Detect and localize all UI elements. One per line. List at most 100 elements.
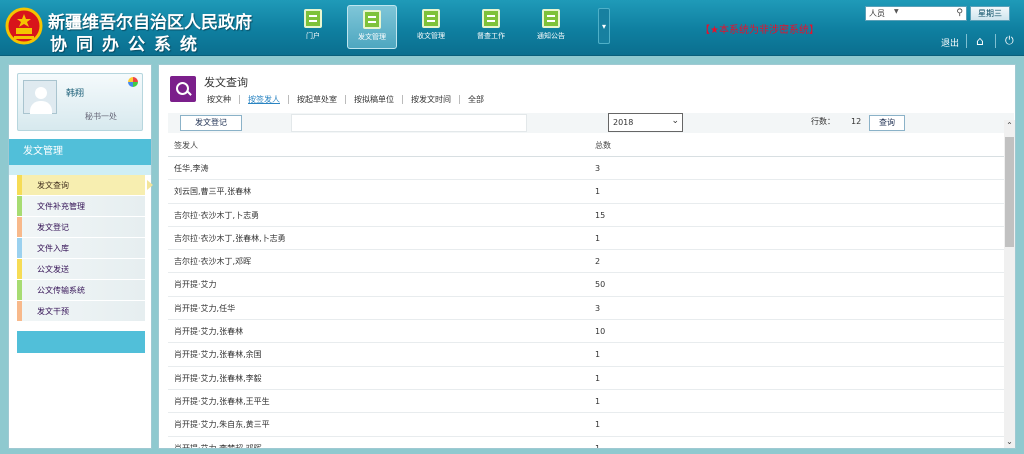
cell-total: 10 <box>595 327 606 337</box>
dispatch-icon <box>363 10 381 29</box>
table-row[interactable]: 吉尔拉·衣沙木丁,卜志勇 15 <box>168 203 1006 227</box>
sidebar-footer-bar <box>17 331 145 353</box>
scroll-up-icon[interactable]: ⌃ <box>1004 120 1015 132</box>
keyword-input[interactable] <box>291 114 527 132</box>
cell-total: 3 <box>595 303 601 313</box>
nav-notices[interactable]: 通知公告 <box>526 5 576 49</box>
scroll-down-icon[interactable]: ⌄ <box>1004 436 1015 448</box>
theme-icon[interactable] <box>128 77 138 87</box>
supervision-icon <box>482 9 500 28</box>
national-emblem-icon <box>5 7 43 45</box>
cell-signer: 吉尔拉·衣沙木丁,卜志勇 <box>174 210 260 220</box>
table-row[interactable]: 肖开提·艾力,任华 3 <box>168 296 1006 321</box>
magnifier-icon[interactable]: ⚲ <box>956 8 963 18</box>
table-row[interactable]: 肖开提·艾力 50 <box>168 273 1006 297</box>
table-row[interactable]: 肖开提·艾力,张春林,余国 1 <box>168 343 1006 367</box>
nav-dispatch-management[interactable]: 发文管理 <box>347 5 397 49</box>
sidebar-item-dispatch-query[interactable]: 发文查询 <box>17 175 153 196</box>
table-row[interactable]: 肖开提·艾力,张春林 10 <box>168 320 1006 344</box>
rows-input[interactable]: 12 <box>851 114 863 130</box>
sidebar-item-file-archive[interactable]: 文件入库 <box>17 238 145 259</box>
nav-supervision[interactable]: 督查工作 <box>466 5 516 49</box>
user-name: 韩翔 <box>66 89 85 99</box>
query-button[interactable]: 查询 <box>869 115 905 131</box>
nav-more-button[interactable]: ▾ <box>598 8 610 44</box>
search-scope-select[interactable]: 人员 <box>869 8 885 19</box>
tab-divider <box>459 95 460 104</box>
year-value: 2018 <box>613 118 634 127</box>
notice-icon <box>542 9 560 28</box>
tab-by-dispatch-time[interactable]: 按发文时间 <box>408 94 454 105</box>
table-row[interactable]: 肖开提·艾力,李梦超,邓晖 1 <box>168 436 1006 449</box>
cell-total: 1 <box>595 443 601 449</box>
year-select[interactable]: 2018 ⌄ <box>608 113 683 132</box>
user-department: 秘书一处 <box>85 112 117 121</box>
cell-signer: 肖开提·艾力,张春林 <box>174 327 244 337</box>
sidebar-item-dispatch-intervention[interactable]: 发文干预 <box>17 301 145 322</box>
table-row[interactable]: 肖开提·艾力,朱自东,黄三平 1 <box>168 413 1006 437</box>
sidebar-menu: 发文查询 文件补充管理 发文登记 文件入库 公文发送 公文传输系统 发文干预 <box>17 175 153 322</box>
cell-total: 1 <box>595 350 601 360</box>
cell-total: 1 <box>595 396 601 406</box>
table-row[interactable]: 肖开提·艾力,张春林,王平生 1 <box>168 389 1006 414</box>
search-icon <box>170 76 196 102</box>
tab-by-draft-unit[interactable]: 按拟稿单位 <box>351 94 397 105</box>
cell-signer: 肖开提·艾力,朱自东,黄三平 <box>174 420 270 430</box>
cell-signer: 肖开提·艾力,李梦超,邓晖 <box>174 443 262 449</box>
system-notice: 【★本系统为非涉密系统】 <box>700 25 819 36</box>
tab-divider <box>239 95 240 104</box>
tab-divider <box>345 95 346 104</box>
tab-divider <box>402 95 403 104</box>
sidebar-item-file-supplement[interactable]: 文件补充管理 <box>17 196 145 217</box>
power-icon[interactable]: ⏻ <box>1005 34 1014 48</box>
page-title: 发文查询 <box>204 76 248 89</box>
column-header-signer[interactable]: 签发人 <box>174 135 198 157</box>
results-table: 签发人 总数 任华,李涛 3 刘云国,曹三平,张春林 1 吉尔拉·衣沙木丁,卜志勇 15 吉… <box>168 135 1006 449</box>
nav-portal[interactable]: 门户 <box>288 5 338 49</box>
table-row[interactable]: 刘云国,曹三平,张春林 1 <box>168 180 1006 204</box>
table-row[interactable]: 吉尔拉·衣沙木丁,邓晖 2 <box>168 250 1006 274</box>
sidebar-section-title[interactable]: 发文管理 <box>9 139 151 165</box>
app-header: 新疆维吾尔自治区人民政府 协同办公系统 门户 发文管理 收文管理 督查工作 通知… <box>0 0 1024 56</box>
home-icon[interactable]: ⌂ <box>976 34 984 48</box>
logout-link[interactable]: 退出 <box>941 36 959 49</box>
tab-divider <box>288 95 289 104</box>
scrollbar-thumb[interactable] <box>1005 137 1014 247</box>
tab-by-doc-type[interactable]: 按文种 <box>204 94 234 105</box>
sidebar: 韩翔 秘书一处 发文管理 发文查询 文件补充管理 发文登记 文件入库 公文发送 … <box>8 64 153 449</box>
receive-icon <box>422 9 440 28</box>
app-title-line2: 协同办公系统 <box>50 35 206 55</box>
search-box[interactable]: 人员 ▼ ⚲ <box>865 6 967 21</box>
tab-all[interactable]: 全部 <box>465 94 487 105</box>
cell-signer: 肖开提·艾力,张春林,李毅 <box>174 373 262 383</box>
portal-icon <box>304 9 322 28</box>
cell-signer: 任华,李涛 <box>174 164 209 173</box>
cell-total: 3 <box>595 164 601 173</box>
cell-signer: 刘云国,曹三平,张春林 <box>174 187 252 197</box>
cell-total: 1 <box>595 233 601 243</box>
cell-total: 2 <box>595 257 601 267</box>
cell-total: 1 <box>595 420 601 430</box>
cell-total: 1 <box>595 373 601 383</box>
header-divider <box>966 34 967 48</box>
cell-total: 50 <box>595 280 606 290</box>
chevron-down-icon: ▼ <box>894 8 899 15</box>
cell-total: 15 <box>595 210 606 220</box>
tab-by-signer[interactable]: 按签发人 <box>245 94 283 105</box>
column-header-total[interactable]: 总数 <box>595 135 611 157</box>
cell-signer: 肖开提·艾力,张春林,王平生 <box>174 396 270 406</box>
nav-receive-management[interactable]: 收文管理 <box>406 5 456 49</box>
table-row[interactable]: 吉尔拉·衣沙木丁,张春林,卜志勇 1 <box>168 227 1006 251</box>
sidebar-item-dispatch-register[interactable]: 发文登记 <box>17 217 145 238</box>
table-row[interactable]: 肖开提·艾力,张春林,李毅 1 <box>168 367 1006 390</box>
table-scrollbar[interactable]: ⌃ ⌄ <box>1004 120 1015 448</box>
tab-by-draft-office[interactable]: 按起草处室 <box>294 94 340 105</box>
main-panel: 发文查询 按文种 按签发人 按起草处室 按拟稿单位 按发文时间 全部 发文登记 2018 … <box>158 64 1016 449</box>
table-row[interactable]: 任华,李涛 3 <box>168 157 1006 181</box>
chevron-down-icon: ⌄ <box>671 116 679 126</box>
sidebar-item-document-send[interactable]: 公文发送 <box>17 259 145 280</box>
sidebar-item-document-transfer[interactable]: 公文传输系统 <box>17 280 145 301</box>
cell-signer: 吉尔拉·衣沙木丁,邓晖 <box>174 257 252 267</box>
cell-signer: 肖开提·艾力,任华 <box>174 303 236 313</box>
dispatch-register-button[interactable]: 发文登记 <box>180 115 242 131</box>
